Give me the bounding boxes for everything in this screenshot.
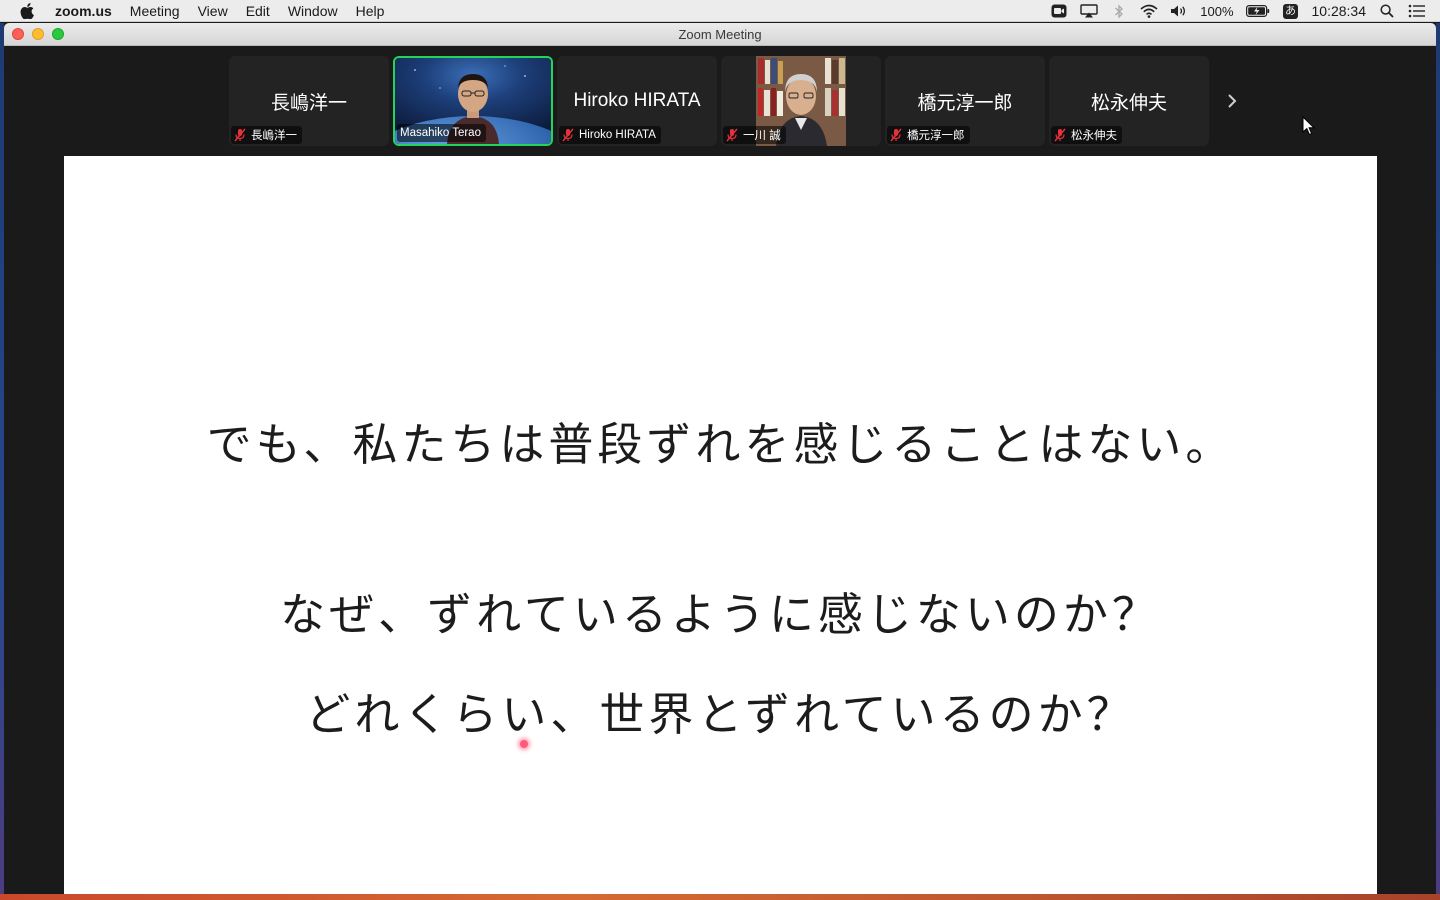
desktop-background-right: [1436, 23, 1440, 900]
participant-label-text: 橋元淳一郎: [907, 130, 965, 142]
input-method-icon[interactable]: あ: [1282, 3, 1300, 19]
participant-label-text: Masahiko Terao: [400, 127, 481, 139]
participant-label: 橋元淳一郎: [887, 126, 970, 144]
menubar-clock[interactable]: 10:28:34: [1312, 3, 1367, 19]
notification-center-icon[interactable]: [1408, 3, 1426, 19]
chevron-right-icon: [1228, 94, 1237, 108]
bluetooth-icon[interactable]: [1110, 3, 1128, 19]
participant-label-text: 松永伸夫: [1071, 130, 1117, 142]
battery-icon[interactable]: [1245, 3, 1270, 19]
participant-tile[interactable]: 一川 誠: [721, 56, 881, 146]
volume-icon[interactable]: [1170, 3, 1188, 19]
airplay-icon[interactable]: [1080, 3, 1098, 19]
participant-tile[interactable]: 長嶋洋一 長嶋洋一: [229, 56, 389, 146]
desktop-background-bottom: [0, 894, 1440, 900]
participant-label: 松永伸夫: [1051, 126, 1122, 144]
apple-menu-icon[interactable]: [20, 2, 34, 19]
zoom-status-icon[interactable]: [1050, 3, 1068, 19]
participant-label: Masahiko Terao: [397, 124, 486, 142]
window-zoom-button[interactable]: [52, 28, 64, 40]
menu-bar: zoom.us Meeting View Edit Window Help 10…: [0, 0, 1440, 22]
menu-view[interactable]: View: [189, 0, 237, 22]
window-minimize-button[interactable]: [32, 28, 44, 40]
participant-label-text: 長嶋洋一: [251, 130, 297, 142]
shared-screen-slide: でも、私たちは普段ずれを感じることはない。 なぜ、ずれているように感じないのか？…: [64, 156, 1377, 894]
window-titlebar[interactable]: Zoom Meeting: [4, 23, 1436, 46]
menu-window[interactable]: Window: [279, 0, 347, 22]
slide-text-line-1: でも、私たちは普段ずれを感じることはない。: [206, 418, 1235, 471]
participant-strip: 長嶋洋一 長嶋洋一 Masahiko Terao Hiroko HIRATA H…: [4, 46, 1436, 156]
participant-tile[interactable]: Hiroko HIRATA Hiroko HIRATA: [557, 56, 717, 146]
muted-mic-icon: [726, 128, 738, 142]
zoom-meeting-window: Zoom Meeting 長嶋洋一 長嶋洋一 Masahiko Terao Hi…: [4, 23, 1436, 894]
menu-app-name[interactable]: zoom.us: [46, 0, 121, 22]
slide-text-line-3: どれくらい、世界とずれているのか？: [305, 688, 1136, 741]
menu-edit[interactable]: Edit: [237, 0, 279, 22]
participant-tile[interactable]: 橋元淳一郎 橋元淳一郎: [885, 56, 1045, 146]
participant-label: 一川 誠: [723, 126, 786, 144]
muted-mic-icon: [890, 128, 902, 142]
window-title: Zoom Meeting: [678, 26, 762, 42]
participant-label: Hiroko HIRATA: [559, 126, 661, 144]
participant-label: 長嶋洋一: [231, 126, 302, 144]
wifi-icon[interactable]: [1140, 3, 1158, 19]
window-close-button[interactable]: [12, 28, 24, 40]
muted-mic-icon: [562, 128, 574, 142]
laser-pointer-icon: [520, 740, 528, 748]
participant-label-text: Hiroko HIRATA: [579, 129, 656, 141]
slide-text-line-2: なぜ、ずれているように感じないのか？: [280, 588, 1161, 641]
spotlight-search-icon[interactable]: [1378, 3, 1396, 19]
battery-percent: 100%: [1200, 3, 1234, 19]
participant-label-text: 一川 誠: [743, 130, 781, 142]
participant-tile[interactable]: 松永伸夫 松永伸夫: [1049, 56, 1209, 146]
muted-mic-icon: [1054, 128, 1066, 142]
menu-help[interactable]: Help: [347, 0, 394, 22]
mouse-cursor-icon: [1302, 116, 1316, 136]
input-method-label: あ: [1283, 3, 1298, 19]
menu-meeting[interactable]: Meeting: [121, 0, 189, 22]
muted-mic-icon: [234, 128, 246, 142]
participant-tile-active-speaker[interactable]: Masahiko Terao: [393, 56, 553, 146]
next-page-button[interactable]: [1214, 56, 1250, 146]
